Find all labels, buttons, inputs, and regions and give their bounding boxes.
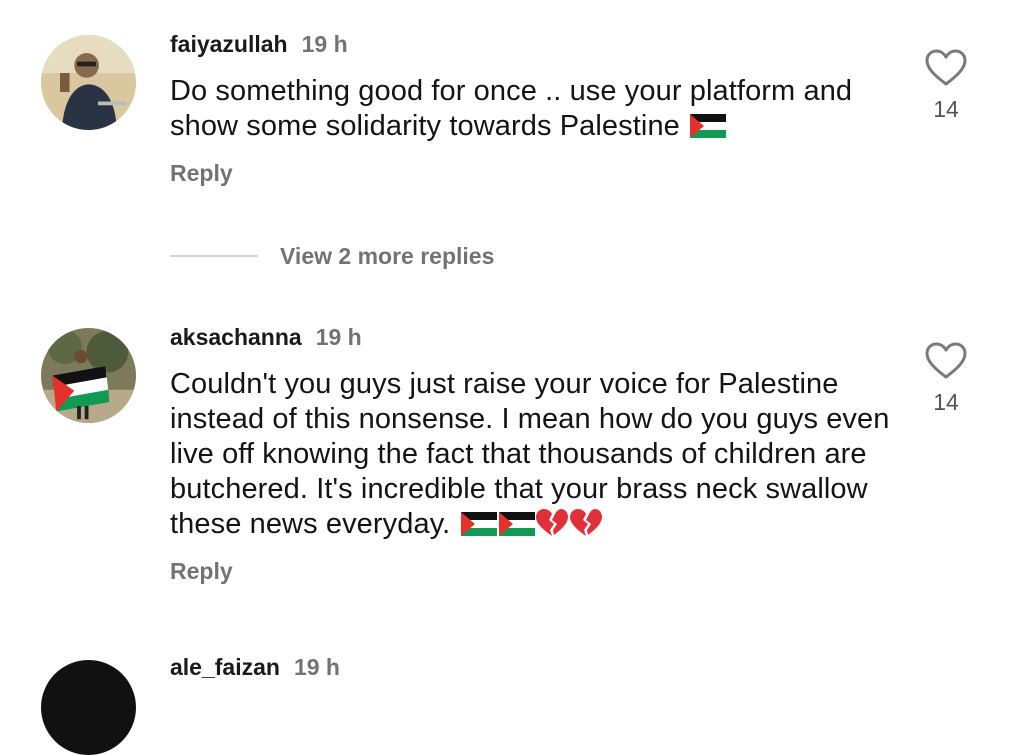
comment-meta: faiyazullah 19 h bbox=[170, 31, 348, 58]
comment-text: Couldn't you guys just raise your voice … bbox=[170, 367, 890, 542]
view-more-replies-label[interactable]: View 2 more replies bbox=[280, 243, 494, 270]
comment-meta: aksachanna 19 h bbox=[170, 324, 362, 351]
palestine-flag-icon bbox=[498, 512, 535, 536]
like-control: 14 bbox=[920, 48, 972, 123]
avatar-photo bbox=[41, 328, 136, 423]
username[interactable]: ale_faizan bbox=[170, 654, 280, 680]
like-control: 14 bbox=[920, 341, 972, 416]
view-more-replies[interactable]: View 2 more replies bbox=[170, 240, 494, 272]
timestamp: 19 h bbox=[301, 31, 348, 57]
avatar[interactable] bbox=[41, 328, 136, 423]
username[interactable]: faiyazullah bbox=[170, 31, 288, 57]
avatar-photo bbox=[41, 35, 136, 130]
comment-body: Do something good for once .. use your p… bbox=[170, 75, 853, 142]
like-count: 14 bbox=[933, 96, 959, 122]
like-count: 14 bbox=[933, 389, 959, 415]
broken-heart-icon bbox=[569, 509, 602, 536]
comment-text: Do something good for once .. use your p… bbox=[170, 74, 890, 144]
thread-divider bbox=[170, 255, 258, 257]
username[interactable]: aksachanna bbox=[170, 324, 302, 350]
timestamp: 19 h bbox=[293, 654, 340, 680]
heart-outline-icon[interactable] bbox=[924, 341, 968, 381]
comment-meta: ale_faizan 19 h bbox=[170, 654, 340, 681]
avatar[interactable] bbox=[41, 35, 136, 130]
palestine-flag-icon bbox=[460, 512, 497, 536]
heart-outline-icon[interactable] bbox=[924, 48, 968, 88]
reply-button[interactable]: Reply bbox=[170, 160, 233, 187]
timestamp: 19 h bbox=[315, 324, 362, 350]
palestine-flag-icon bbox=[690, 114, 727, 138]
reply-button[interactable]: Reply bbox=[170, 558, 233, 585]
avatar[interactable] bbox=[41, 660, 136, 755]
broken-heart-icon bbox=[535, 509, 568, 536]
